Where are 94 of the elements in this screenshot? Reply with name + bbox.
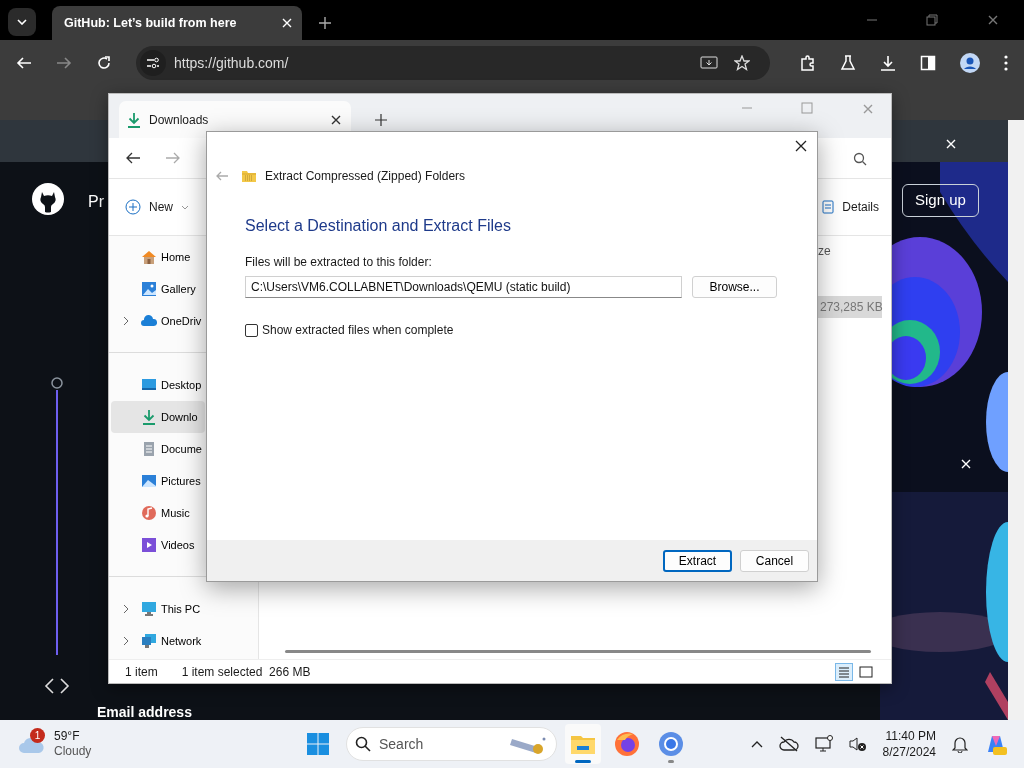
url-text[interactable]: https://github.com/ <box>174 52 289 74</box>
nav-text[interactable]: Pr <box>88 190 104 214</box>
install-icon[interactable] <box>700 55 718 71</box>
sidebar-item[interactable]: This PC <box>111 593 205 625</box>
cloud-off-icon[interactable] <box>778 736 799 752</box>
sidebar-item[interactable]: Network <box>111 625 205 657</box>
picture-icon <box>141 473 157 489</box>
field-label: Email address <box>97 703 192 720</box>
tab-title: Downloads <box>149 111 209 129</box>
chevron-right-icon[interactable] <box>123 316 129 326</box>
checkbox-label: Show extracted files when complete <box>262 322 454 339</box>
field-label: Files will be extracted to this folder: <box>245 255 433 269</box>
document-icon <box>141 441 157 457</box>
forward-icon[interactable] <box>56 55 72 71</box>
browser-icon <box>657 730 685 758</box>
reload-icon[interactable] <box>96 55 112 71</box>
sidebar-item[interactable]: Music <box>111 497 205 529</box>
logo-icon[interactable] <box>32 183 64 215</box>
search-icon <box>355 736 371 752</box>
search-field[interactable]: Search <box>346 727 557 761</box>
temperature-text[interactable]: 59°F <box>54 729 92 744</box>
chevron-down-icon <box>17 19 27 25</box>
back-icon[interactable] <box>125 151 141 165</box>
chevron-right-icon[interactable] <box>123 604 129 614</box>
puzzle-icon[interactable] <box>800 55 816 71</box>
menu-icon[interactable] <box>1004 55 1008 71</box>
weather-text[interactable]: Cloudy <box>54 744 92 759</box>
dialog-heading: Select a Destination and Extract Files <box>245 216 512 236</box>
circle-icon <box>50 375 64 390</box>
path-field[interactable]: C:\Users\VM6.COLLABNET\Downloads\QEMU (static build) <box>245 276 682 298</box>
sidebar-item[interactable]: Gallery <box>111 273 205 305</box>
cloud-icon <box>141 313 157 329</box>
status-text: 1 item selected 266 MB <box>181 663 311 681</box>
code-icon <box>44 676 70 696</box>
side-panel-icon[interactable] <box>920 55 936 71</box>
site-settings-button[interactable] <box>140 50 166 76</box>
clock[interactable]: 11:40 PM 8/27/2024 <box>882 728 936 760</box>
sidebar-item[interactable]: Pictures <box>111 465 205 497</box>
download-icon <box>141 409 157 425</box>
details-pane-icon <box>822 200 835 214</box>
sidebar-item[interactable]: Home <box>111 241 205 273</box>
download-icon[interactable] <box>880 55 896 71</box>
sidebar-item[interactable]: Desktop <box>111 369 205 401</box>
scrollbar[interactable] <box>1008 120 1024 720</box>
desktop-icon <box>141 377 157 393</box>
zip-folder-icon <box>241 169 257 183</box>
search-icon[interactable] <box>853 151 867 166</box>
scrollbar[interactable] <box>285 650 871 653</box>
plus-circle-icon <box>125 199 141 215</box>
sidebar-item[interactable]: Videos <box>111 529 205 561</box>
dialog-title: Extract Compressed (Zipped) Folders <box>265 168 466 185</box>
monitor-icon <box>141 601 157 617</box>
avatar-icon[interactable] <box>960 53 980 73</box>
taskbar-app[interactable] <box>565 724 601 764</box>
column-header[interactable]: ze <box>818 242 831 260</box>
bell-icon[interactable] <box>952 735 968 753</box>
details-button[interactable]: Details <box>822 198 879 216</box>
video-icon <box>141 537 157 553</box>
gallery-icon <box>141 281 157 297</box>
back-icon[interactable] <box>16 55 32 71</box>
speaker-muted-icon[interactable] <box>848 736 867 752</box>
chevron-right-icon[interactable] <box>123 636 129 646</box>
new-tab-icon[interactable] <box>375 113 387 126</box>
sidebar-item[interactable]: Docume <box>111 433 205 465</box>
browser-tab[interactable]: GitHub: Let’s build from here <box>52 6 302 40</box>
star-icon[interactable] <box>734 55 750 71</box>
tab-title: GitHub: Let’s build from here <box>64 14 237 32</box>
details-view-icon[interactable] <box>835 662 853 681</box>
sliders-icon <box>146 57 160 69</box>
checkbox[interactable] <box>245 323 258 337</box>
extract-button[interactable]: Extract <box>663 549 732 572</box>
restore-icon[interactable] <box>926 14 938 26</box>
caret-icon <box>181 204 189 210</box>
download-icon <box>127 111 141 128</box>
browser-icon <box>613 730 641 758</box>
browse-button[interactable]: Browse... <box>692 276 777 298</box>
network-icon[interactable] <box>814 735 833 753</box>
status-text: 1 item <box>125 663 158 681</box>
tab-search-button[interactable] <box>8 8 36 36</box>
music-icon <box>141 505 157 521</box>
cancel-button[interactable]: Cancel <box>740 549 809 572</box>
sign-up-button[interactable]: Sign up <box>902 184 979 217</box>
start-icon[interactable] <box>306 732 330 756</box>
flask-icon[interactable] <box>840 55 856 71</box>
new-tab-icon[interactable] <box>318 16 332 30</box>
sidebar-item[interactable]: Downlo <box>111 401 205 433</box>
new-button[interactable]: New <box>125 198 189 216</box>
close-icon[interactable] <box>794 139 808 153</box>
notification-badge: 1 <box>30 728 45 743</box>
close-icon[interactable] <box>280 16 294 30</box>
chevron-up-icon[interactable] <box>750 740 763 748</box>
network-icon <box>141 633 157 649</box>
home-icon <box>141 249 157 265</box>
sidebar-item[interactable]: OneDriv <box>111 305 205 337</box>
